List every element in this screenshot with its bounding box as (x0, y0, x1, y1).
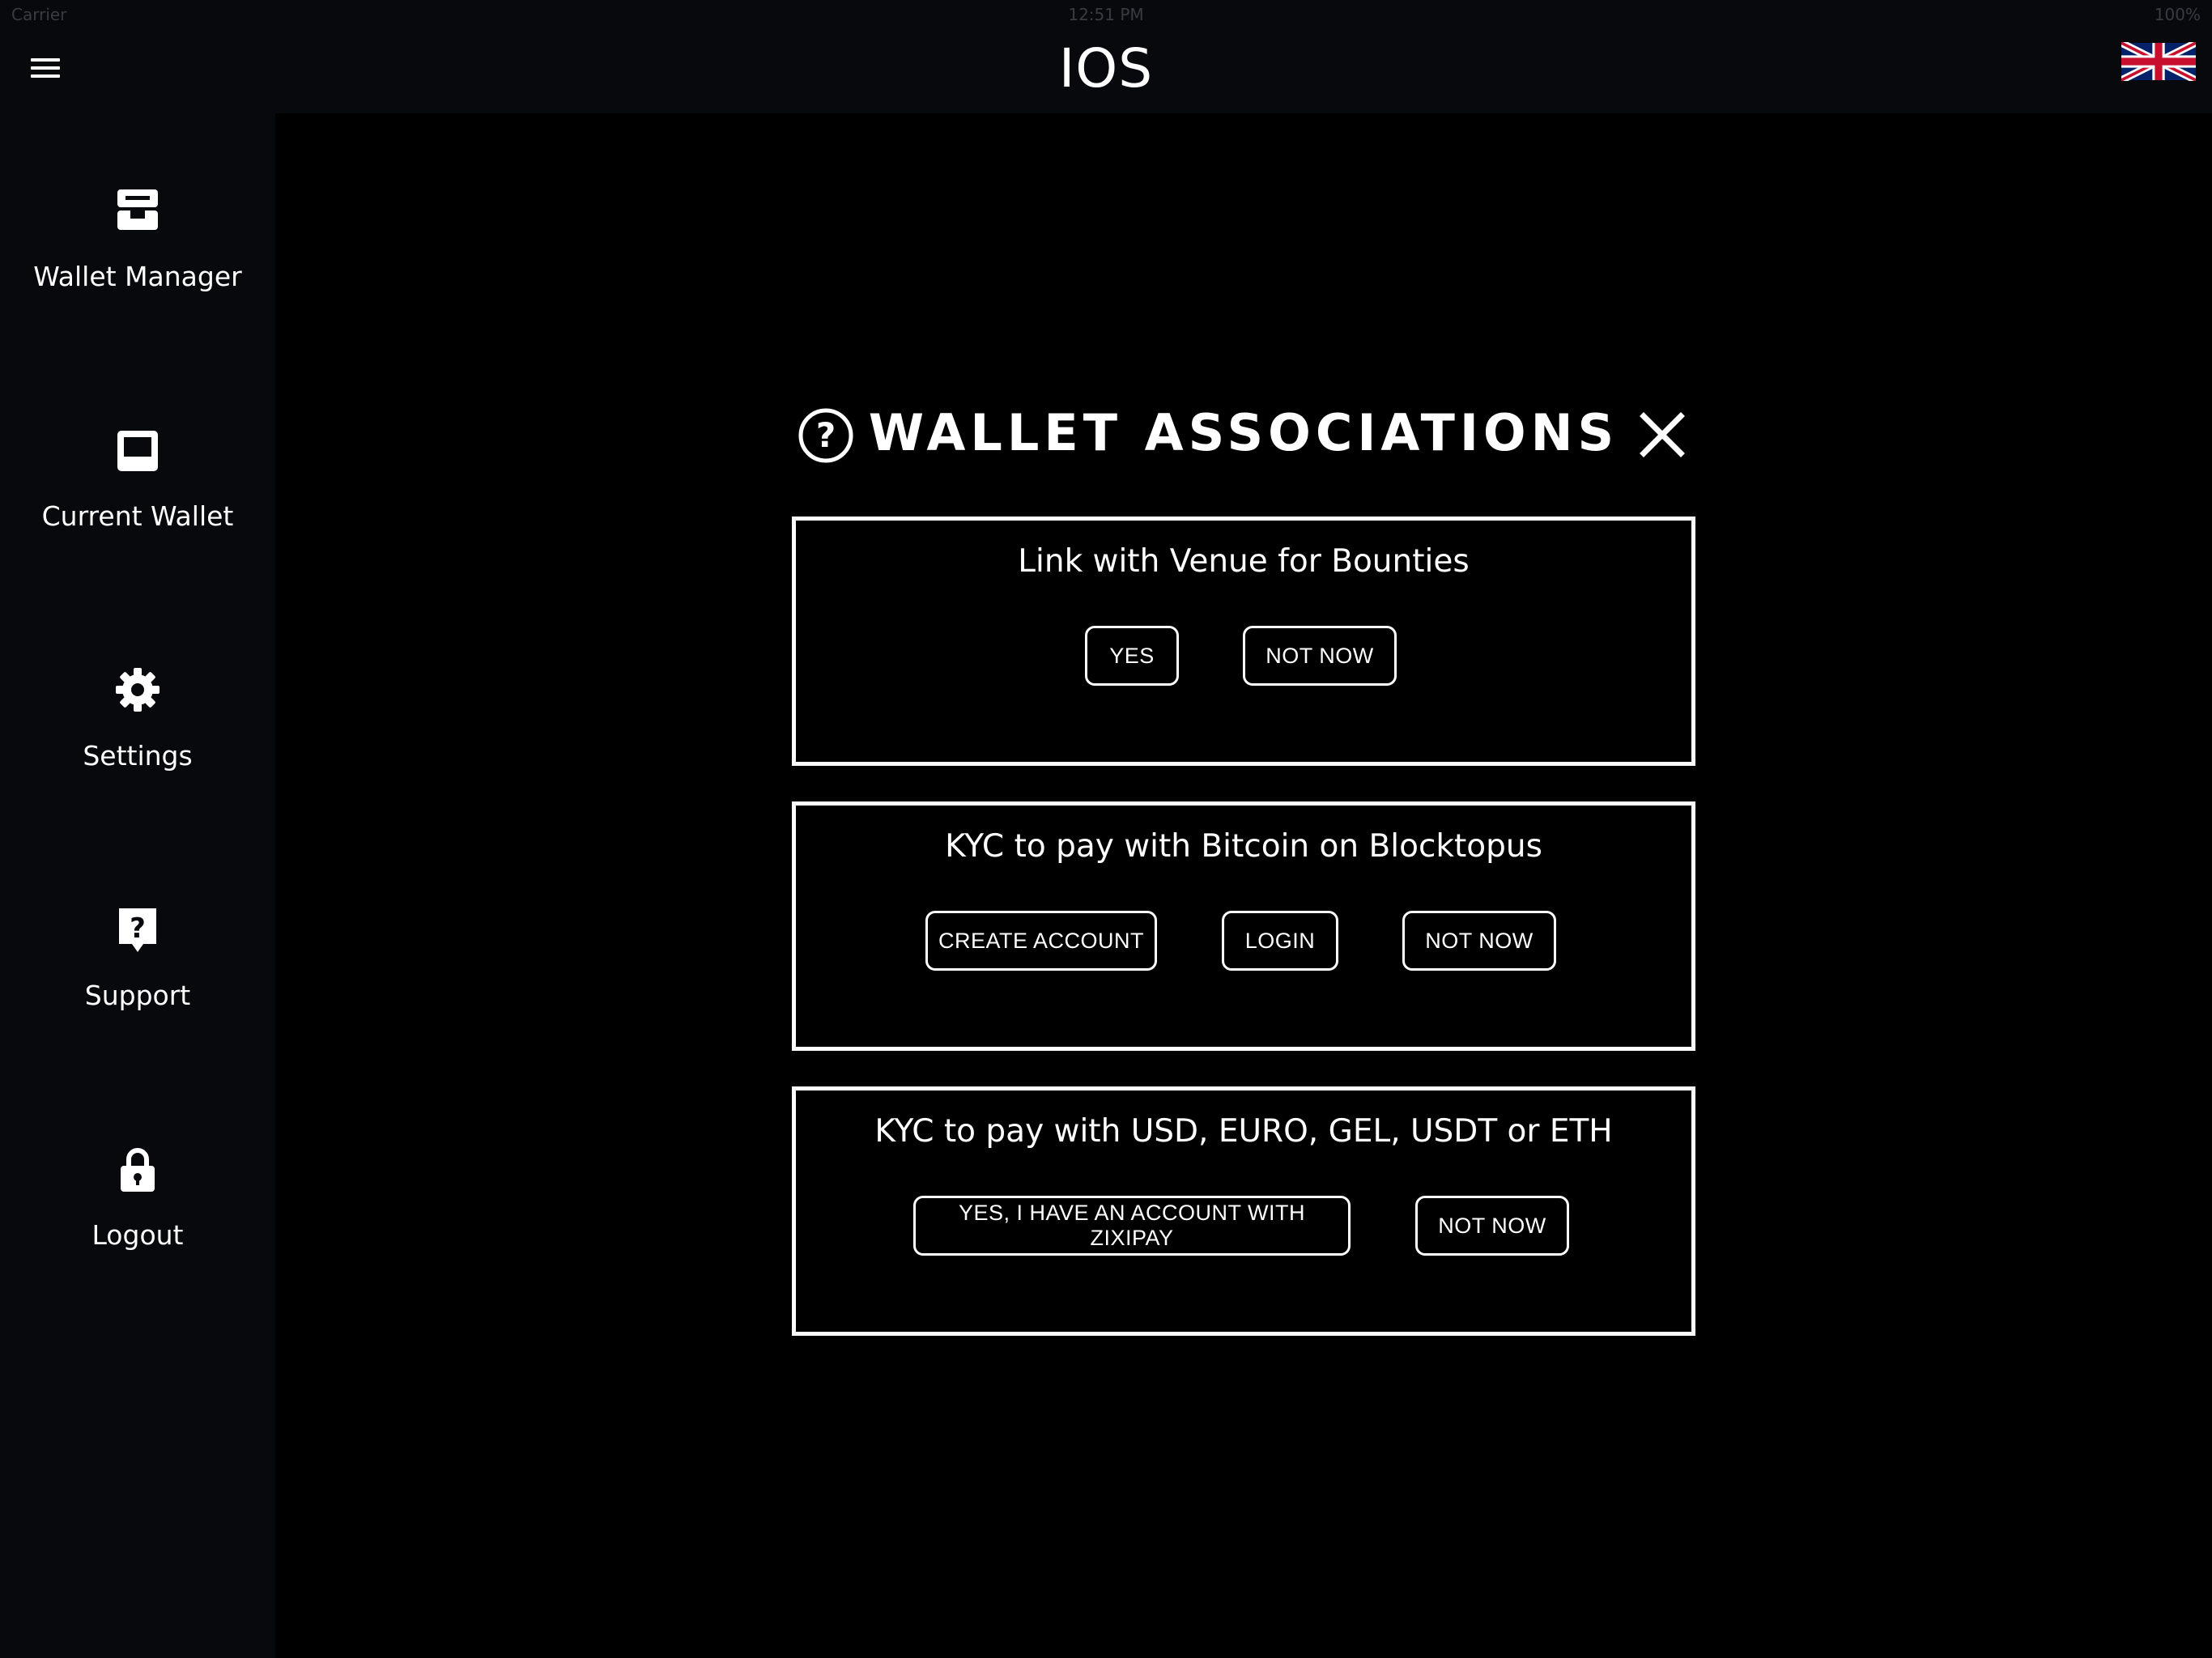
status-bar: Carrier 12:51 PM 100% (0, 0, 2212, 29)
sidebar-item-label: Support (84, 980, 191, 1011)
sidebar-item-settings[interactable]: Settings (0, 665, 275, 852)
sidebar-item-label: Logout (91, 1219, 184, 1251)
app-title: IOS (1058, 37, 1154, 100)
current-wallet-icon (116, 426, 160, 474)
sidebar-item-label: Wallet Manager (33, 261, 242, 292)
status-time: 12:51 PM (1068, 5, 1144, 24)
blocktopus-kyc-card: KYC to pay with Bitcoin on Blocktopus CR… (792, 801, 1695, 1051)
top-bar: IOS (0, 29, 2212, 113)
dialog-title: WALLET ASSOCIATIONS (868, 403, 1619, 462)
svg-text:?: ? (130, 912, 146, 945)
card-title: KYC to pay with Bitcoin on Blocktopus (945, 828, 1542, 865)
not-now-button[interactable]: NOT NOW (1243, 626, 1397, 686)
sidebar-item-wallet-manager[interactable]: Wallet Manager (0, 186, 275, 372)
sidebar-item-support[interactable]: ? Support (0, 905, 275, 1091)
support-icon: ? (116, 905, 160, 954)
zixipay-kyc-card: KYC to pay with USD, EURO, GEL, USDT or … (792, 1086, 1695, 1336)
sidebar: Wallet Manager Current Wallet Settings ?… (0, 113, 275, 1658)
yes-button[interactable]: YES (1085, 626, 1179, 686)
not-now-button[interactable]: NOT NOW (1415, 1196, 1569, 1256)
wallet-associations-dialog: ? WALLET ASSOCIATIONS Link with Venue fo… (792, 397, 1695, 1336)
create-account-button[interactable]: CREATE ACCOUNT (925, 911, 1157, 971)
wallet-manager-icon (116, 186, 160, 235)
card-title: KYC to pay with USD, EURO, GEL, USDT or … (874, 1113, 1613, 1150)
close-icon[interactable] (1639, 411, 1686, 458)
lock-icon (116, 1145, 160, 1193)
venue-bounties-card: Link with Venue for Bounties YES NOT NOW (792, 517, 1695, 766)
battery-label: 100% (2154, 5, 2201, 24)
not-now-button[interactable]: NOT NOW (1402, 911, 1556, 971)
sidebar-item-current-wallet[interactable]: Current Wallet (0, 426, 275, 612)
gear-icon (116, 665, 160, 714)
sidebar-item-label: Current Wallet (41, 500, 234, 532)
login-button[interactable]: LOGIN (1222, 911, 1338, 971)
uk-flag-icon[interactable] (2119, 39, 2198, 84)
sidebar-item-label: Settings (83, 740, 193, 772)
card-title: Link with Venue for Bounties (1018, 543, 1470, 580)
dialog-header: ? WALLET ASSOCIATIONS (792, 397, 1695, 470)
zixipay-account-button[interactable]: YES, I HAVE AN ACCOUNT WITH ZIXIPAY (913, 1196, 1351, 1256)
sidebar-item-logout[interactable]: Logout (0, 1145, 275, 1331)
